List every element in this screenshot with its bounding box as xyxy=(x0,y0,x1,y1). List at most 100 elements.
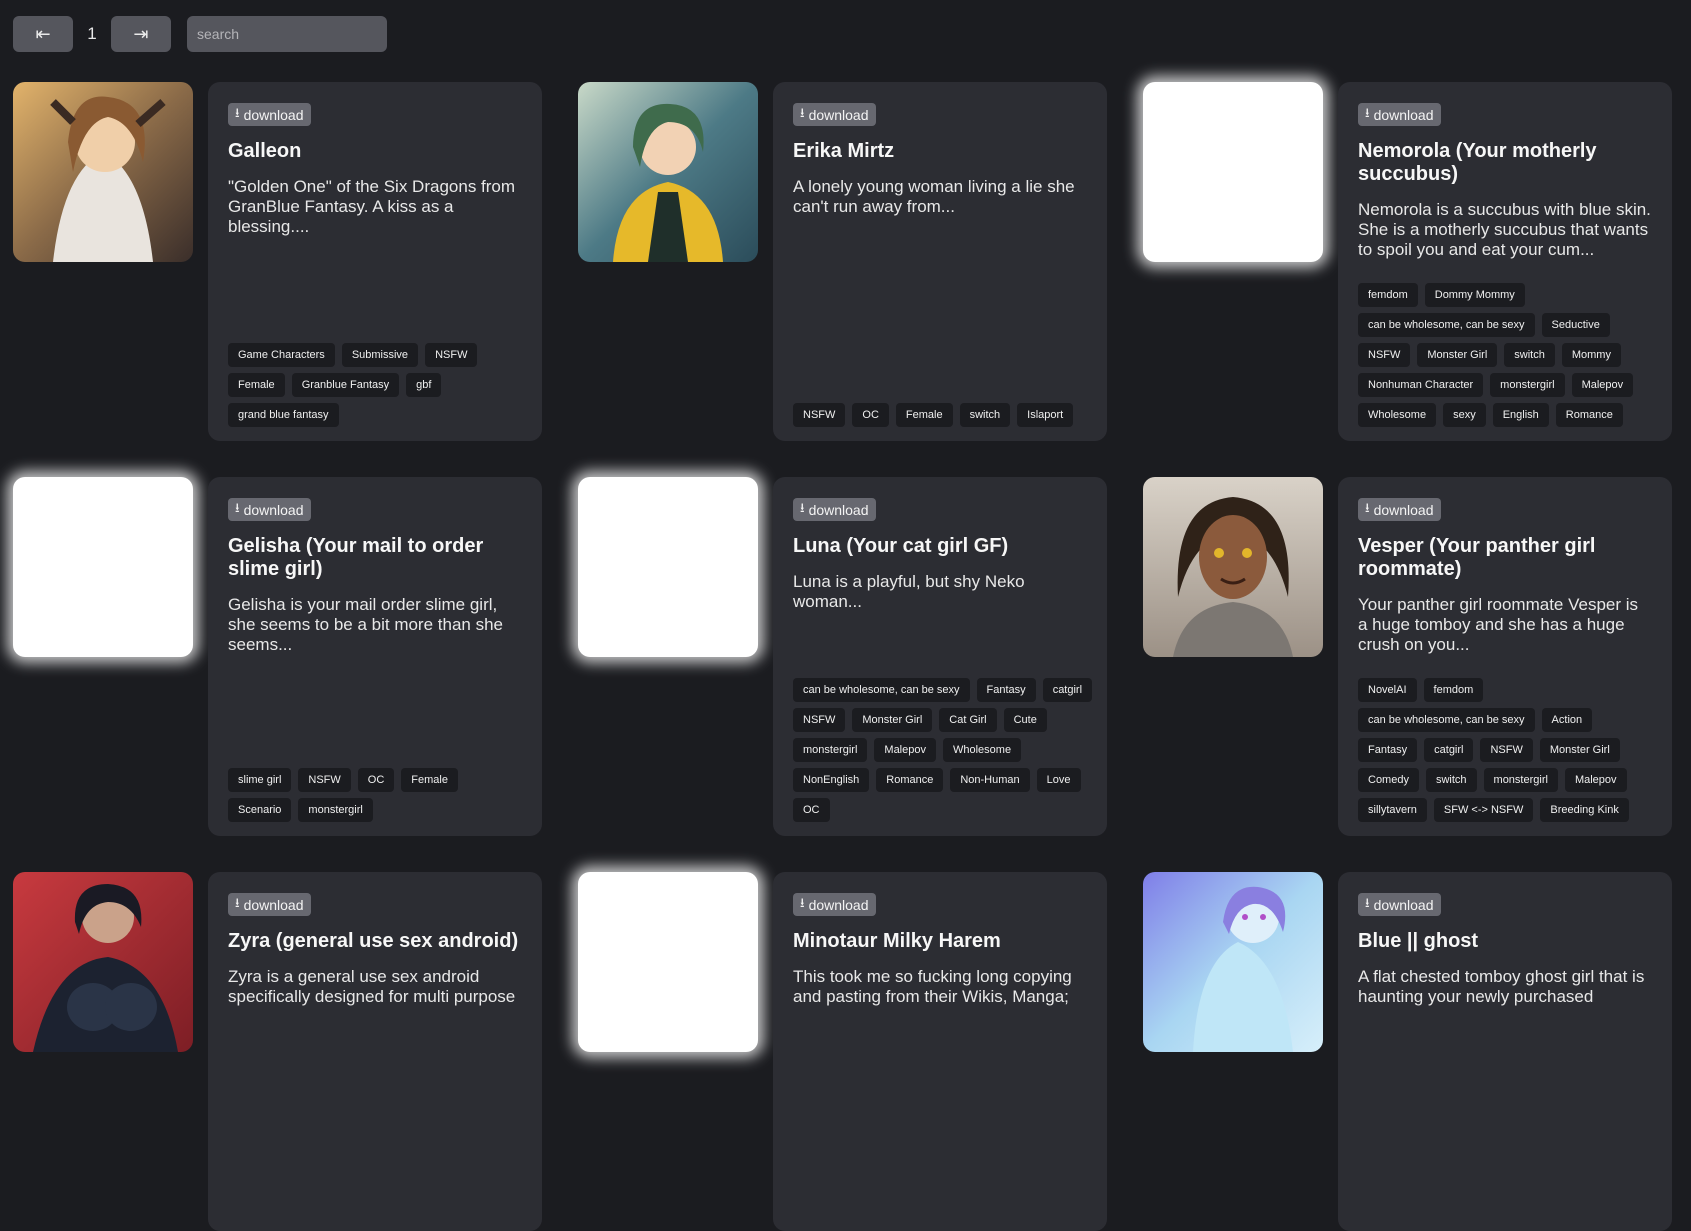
tag-chip[interactable]: Action xyxy=(1541,708,1593,732)
tag-chip[interactable]: Female xyxy=(895,403,953,427)
tag-chip[interactable]: can be wholesome, can be sexy xyxy=(1358,313,1535,337)
character-title[interactable]: Erika Mirtz xyxy=(793,140,1087,163)
tag-chip[interactable]: Female xyxy=(228,373,285,397)
tag-chip[interactable]: femdom xyxy=(1423,678,1484,702)
tag-chip[interactable]: Female xyxy=(401,768,458,792)
tag-chip[interactable]: Scenario xyxy=(228,798,292,822)
first-page-button[interactable]: ⇤ xyxy=(13,16,73,52)
tag-chip[interactable]: NSFW xyxy=(298,768,351,792)
tag-chip[interactable]: Fantasy xyxy=(1358,738,1418,762)
tag-chip[interactable]: sillytavern xyxy=(1358,798,1427,822)
download-button[interactable]: ⭳ download xyxy=(1358,103,1441,126)
character-title[interactable]: Minotaur Milky Harem xyxy=(793,930,1087,953)
tag-chip[interactable]: Wholesome xyxy=(942,738,1022,762)
character-title[interactable]: Gelisha (Your mail to order slime girl) xyxy=(228,535,522,581)
tag-chip[interactable]: switch xyxy=(959,403,1011,427)
tag-chip[interactable]: monstergirl xyxy=(1483,768,1558,792)
tag-chip[interactable]: Malepov xyxy=(874,738,936,762)
character-avatar-image[interactable] xyxy=(13,82,193,262)
download-label: download xyxy=(243,501,304,518)
tag-chip[interactable]: Islaport xyxy=(1017,403,1074,427)
download-button[interactable]: ⭳ download xyxy=(1358,498,1441,521)
tag-chip[interactable]: OC xyxy=(357,768,395,792)
tag-chip[interactable]: Love xyxy=(1036,768,1081,792)
download-button[interactable]: ⭳ download xyxy=(793,893,876,916)
tag-chip[interactable]: monstergirl xyxy=(793,738,868,762)
character-title[interactable]: Blue || ghost xyxy=(1358,930,1652,953)
tag-chip[interactable]: Malepov xyxy=(1564,768,1627,792)
blurred-avatar-image[interactable] xyxy=(13,477,193,657)
character-title[interactable]: Nemorola (Your motherly succubus) xyxy=(1358,140,1652,186)
tag-chip[interactable]: OC xyxy=(793,798,830,822)
pagination-toolbar: ⇤ 1 ⇥ xyxy=(13,16,387,52)
download-icon: ⭳ xyxy=(1365,894,1370,910)
tag-chip[interactable]: NSFW xyxy=(793,403,846,427)
character-description: Gelisha is your mail order slime girl, s… xyxy=(228,595,503,654)
tag-chip[interactable]: Game Characters xyxy=(228,343,335,367)
character-title[interactable]: Luna (Your cat girl GF) xyxy=(793,535,1087,558)
tag-chip[interactable]: slime girl xyxy=(228,768,292,792)
download-button[interactable]: ⭳ download xyxy=(793,103,876,126)
tag-chip[interactable]: catgirl xyxy=(1042,678,1093,702)
tag-chip[interactable]: NSFW xyxy=(793,708,846,732)
tag-chip[interactable]: Granblue Fantasy xyxy=(291,373,400,397)
download-button[interactable]: ⭳ download xyxy=(793,498,876,521)
character-avatar-image[interactable] xyxy=(13,872,193,1052)
tag-chip[interactable]: Wholesome xyxy=(1358,403,1437,427)
tag-chip[interactable]: Comedy xyxy=(1358,768,1419,792)
tag-chip[interactable]: Submissive xyxy=(341,343,419,367)
tag-chip[interactable]: Monster Girl xyxy=(852,708,933,732)
character-title[interactable]: Galleon xyxy=(228,140,522,163)
tag-chip[interactable]: can be wholesome, can be sexy xyxy=(793,678,970,702)
tag-chip[interactable]: NSFW xyxy=(1480,738,1533,762)
tag-chip[interactable]: NonEnglish xyxy=(793,768,870,792)
tag-chip[interactable]: NSFW xyxy=(425,343,478,367)
search-input[interactable] xyxy=(187,16,387,52)
tag-chip[interactable]: Monster Girl xyxy=(1417,343,1498,367)
character-card: ⭳ download Erika Mirtz A lonely young woman… xyxy=(773,82,1107,441)
character-avatar-image[interactable] xyxy=(578,82,758,262)
character-avatar-image[interactable] xyxy=(1143,477,1323,657)
blurred-avatar-image[interactable] xyxy=(578,477,758,657)
tag-chip[interactable]: OC xyxy=(852,403,889,427)
tag-list: can be wholesome, can be sexy Fantasy catg… xyxy=(793,678,1093,822)
tag-chip[interactable]: monstergirl xyxy=(1490,373,1565,397)
tag-chip[interactable]: English xyxy=(1492,403,1549,427)
tag-chip[interactable]: Romance xyxy=(1555,403,1623,427)
tag-chip[interactable]: monstergirl xyxy=(298,798,373,822)
tag-chip[interactable]: Monster Girl xyxy=(1539,738,1620,762)
tag-chip[interactable]: Breeding Kink xyxy=(1540,798,1629,822)
tag-chip[interactable]: switch xyxy=(1425,768,1477,792)
tag-chip[interactable]: switch xyxy=(1504,343,1555,367)
tag-chip[interactable]: can be wholesome, can be sexy xyxy=(1358,708,1535,732)
tag-chip[interactable]: catgirl xyxy=(1424,738,1474,762)
tag-chip[interactable]: Cat Girl xyxy=(939,708,997,732)
tag-chip[interactable]: Non-Human xyxy=(950,768,1030,792)
tag-chip[interactable]: sexy xyxy=(1443,403,1486,427)
tag-chip[interactable]: Seductive xyxy=(1541,313,1610,337)
tag-chip[interactable]: NovelAI xyxy=(1358,678,1417,702)
tag-chip[interactable]: Dommy Mommy xyxy=(1424,283,1525,307)
tag-chip[interactable]: NSFW xyxy=(1358,343,1411,367)
download-button[interactable]: ⭳ download xyxy=(228,103,311,126)
tag-chip[interactable]: gbf xyxy=(406,373,442,397)
download-button[interactable]: ⭳ download xyxy=(228,893,311,916)
tag-chip[interactable]: Malepov xyxy=(1571,373,1634,397)
character-cell: ⭳ download Erika Mirtz A lonely young woman… xyxy=(578,82,1132,441)
download-button[interactable]: ⭳ download xyxy=(1358,893,1441,916)
tag-chip[interactable]: Fantasy xyxy=(976,678,1036,702)
tag-chip[interactable]: Mommy xyxy=(1561,343,1621,367)
blurred-avatar-image[interactable] xyxy=(1143,82,1323,262)
blurred-avatar-image[interactable] xyxy=(578,872,758,1052)
tag-chip[interactable]: Cute xyxy=(1003,708,1047,732)
download-button[interactable]: ⭳ download xyxy=(228,498,311,521)
character-avatar-image[interactable] xyxy=(1143,872,1323,1052)
character-title[interactable]: Vesper (Your panther girl roommate) xyxy=(1358,535,1652,581)
tag-chip[interactable]: Romance xyxy=(876,768,944,792)
tag-chip[interactable]: Nonhuman Character xyxy=(1358,373,1484,397)
tag-chip[interactable]: SFW <-> NSFW xyxy=(1433,798,1534,822)
last-page-button[interactable]: ⇥ xyxy=(111,16,171,52)
tag-chip[interactable]: femdom xyxy=(1358,283,1418,307)
tag-chip[interactable]: grand blue fantasy xyxy=(228,403,339,427)
character-title[interactable]: Zyra (general use sex android) xyxy=(228,930,522,953)
